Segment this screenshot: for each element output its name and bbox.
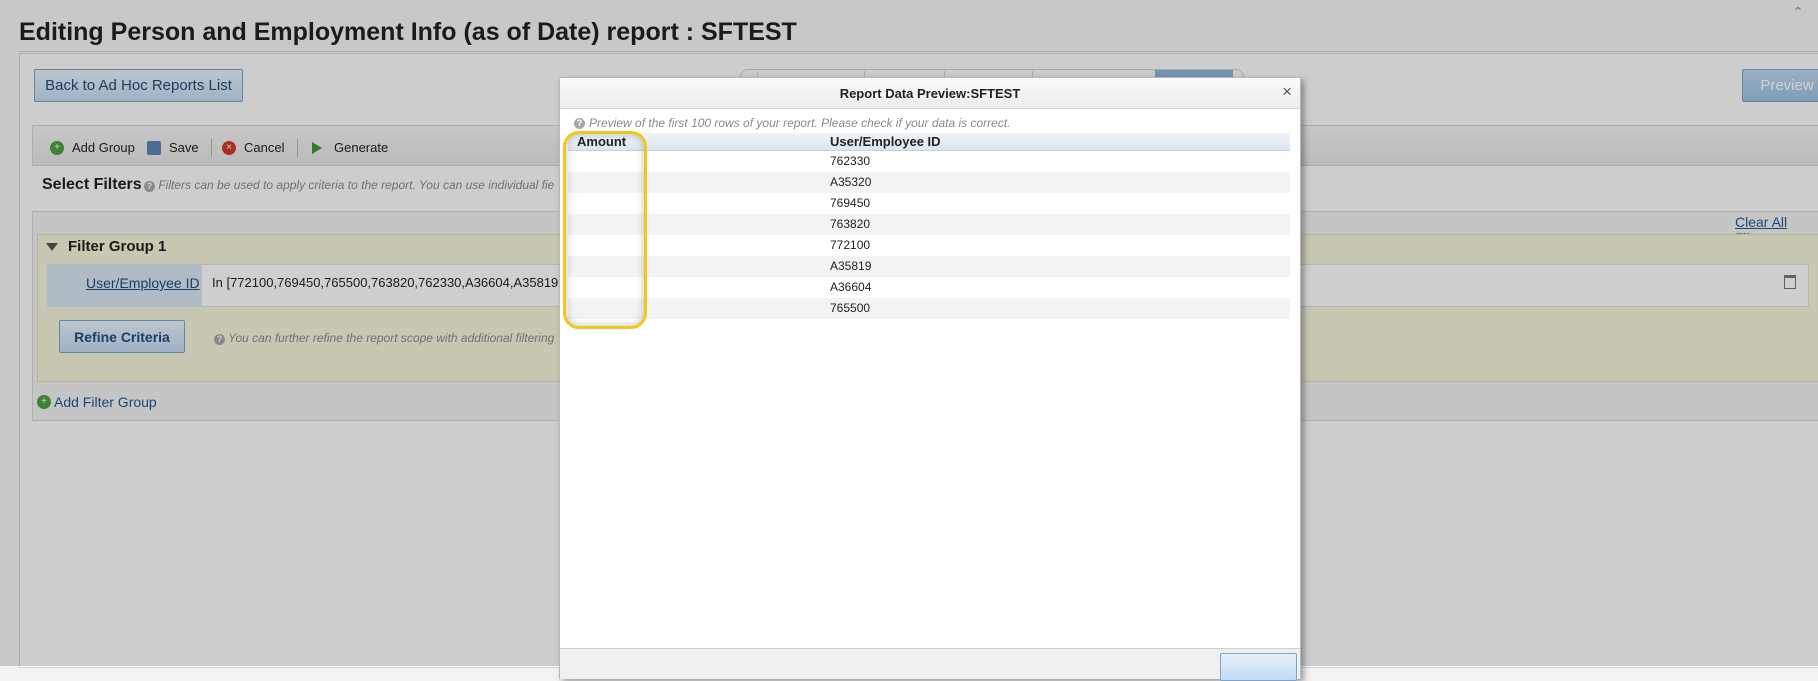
- table-row: A35819: [568, 256, 1290, 277]
- dialog-footer: [560, 648, 1300, 681]
- dialog-header: Report Data Preview:SFTEST ×: [560, 78, 1300, 109]
- table-row: 772100: [568, 235, 1290, 256]
- table-row: A35320: [568, 172, 1290, 193]
- preview-grid-header: Amount User/Employee ID: [568, 133, 1290, 151]
- table-row: A36604: [568, 277, 1290, 298]
- table-row: 769450: [568, 193, 1290, 214]
- close-icon[interactable]: ×: [1282, 83, 1292, 101]
- user-id-cell: A35819: [830, 259, 872, 273]
- column-header-user-id[interactable]: User/Employee ID: [830, 134, 941, 149]
- user-id-cell: 763820: [830, 217, 871, 231]
- table-row: 765500: [568, 298, 1290, 319]
- dialog-help: ? Preview of the first 100 rows of your …: [574, 116, 1011, 130]
- table-row: 763820: [568, 214, 1290, 235]
- user-id-cell: 772100: [830, 238, 871, 252]
- help-icon: ?: [574, 117, 585, 129]
- user-id-cell: A36604: [830, 280, 872, 294]
- user-id-cell: 762330: [830, 154, 871, 168]
- user-id-cell: A35320: [830, 175, 872, 189]
- report-preview-dialog: Report Data Preview:SFTEST × ? Preview o…: [559, 77, 1301, 681]
- dialog-help-text: Preview of the first 100 rows of your re…: [589, 116, 1011, 130]
- table-row: 762330: [568, 151, 1290, 172]
- column-header-amount[interactable]: Amount: [577, 134, 626, 149]
- dialog-footer-button[interactable]: [1220, 653, 1297, 681]
- user-id-cell: 765500: [830, 301, 871, 315]
- user-id-cell: 769450: [830, 196, 871, 210]
- dialog-title: Report Data Preview:SFTEST: [839, 86, 1021, 101]
